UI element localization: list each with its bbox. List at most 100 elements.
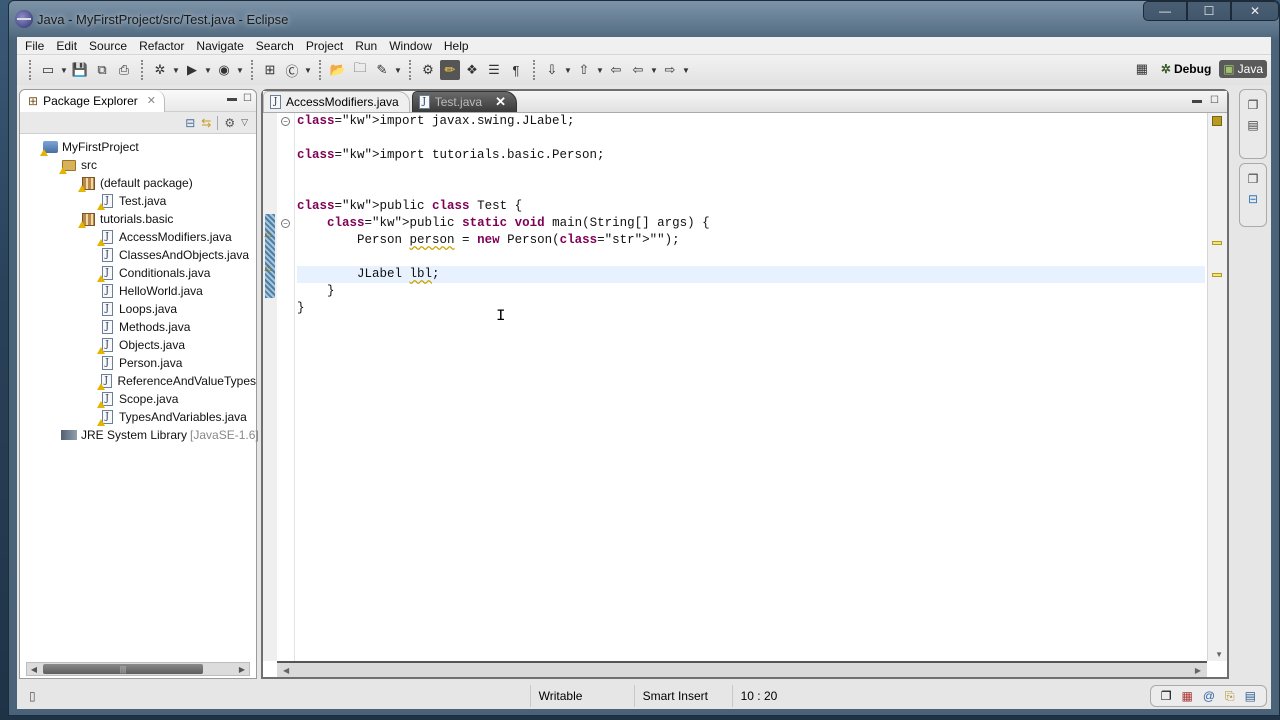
menu-project[interactable]: Project: [300, 39, 349, 53]
warning-annotation-icon[interactable]: ⚠: [264, 229, 276, 241]
code-line[interactable]: class="kw">public class Test {: [297, 198, 1203, 215]
code-line[interactable]: Person person = new Person(class="str">"…: [297, 232, 1203, 249]
debug-perspective-button[interactable]: ✲ Debug: [1157, 60, 1215, 78]
menu-edit[interactable]: Edit: [50, 39, 83, 53]
code-line[interactable]: JLabel lbl;: [297, 266, 1205, 283]
tree-item[interactable]: MyFirstProject: [20, 138, 256, 156]
declaration-icon[interactable]: ⎘: [1225, 689, 1235, 704]
dropdown-arrow-icon[interactable]: ▼: [681, 66, 691, 75]
editor-body[interactable]: ⚠ ⚠ − − class="kw">import javax.swing.JLa…: [263, 113, 1227, 661]
dropdown-arrow-icon[interactable]: ▼: [59, 66, 69, 75]
pilcrow-icon[interactable]: ¶: [506, 60, 526, 80]
tree-item[interactable]: tutorials.basic: [20, 210, 256, 228]
minimize-editor-icon[interactable]: ▬: [1192, 95, 1202, 106]
maximize-button[interactable]: ☐: [1187, 1, 1231, 21]
view-menu-icon[interactable]: ▽: [241, 117, 248, 128]
tree-item[interactable]: JRE System Library [JavaSE-1.6]: [20, 426, 259, 444]
restore-icon[interactable]: ❐: [1161, 689, 1172, 703]
tree-item[interactable]: J Scope.java: [20, 390, 256, 408]
menu-file[interactable]: File: [19, 39, 50, 53]
minimize-view-icon[interactable]: ▬: [227, 93, 237, 104]
search-torch-icon[interactable]: ✎: [372, 60, 392, 80]
menu-source[interactable]: Source: [83, 39, 133, 53]
save-icon[interactable]: 💾: [70, 60, 90, 80]
close-view-icon[interactable]: ✕: [147, 94, 156, 107]
scroll-down-icon[interactable]: ▼: [1215, 650, 1223, 659]
run-icon[interactable]: ▶: [182, 60, 202, 80]
editor-tab[interactable]: J AccessModifiers.java: [263, 91, 410, 112]
save-all-icon[interactable]: ⧉: [92, 60, 112, 80]
tree-item[interactable]: J TypesAndVariables.java: [20, 408, 256, 426]
menu-help[interactable]: Help: [438, 39, 475, 53]
maximize-editor-icon[interactable]: ☐: [1210, 95, 1219, 106]
dropdown-arrow-icon[interactable]: ▼: [595, 66, 605, 75]
new-package-icon[interactable]: ⊞: [260, 60, 280, 80]
code-line[interactable]: }: [297, 300, 1203, 317]
tree-item[interactable]: J AccessModifiers.java: [20, 228, 256, 246]
menu-search[interactable]: Search: [250, 39, 300, 53]
scrollbar-thumb[interactable]: |||: [43, 664, 203, 674]
restore-icon[interactable]: ❐: [1248, 98, 1259, 112]
tree-item[interactable]: J Person.java: [20, 354, 256, 372]
dropdown-arrow-icon[interactable]: ▼: [203, 66, 213, 75]
tree-item[interactable]: src: [20, 156, 256, 174]
code-line[interactable]: class="kw">import javax.swing.JLabel;: [297, 113, 1203, 130]
code-line[interactable]: [297, 130, 1203, 147]
fold-toggle-icon[interactable]: −: [281, 219, 290, 228]
code-line[interactable]: [297, 181, 1203, 198]
show-source-icon[interactable]: ☰: [484, 60, 504, 80]
open-folder-icon[interactable]: 🗀: [350, 60, 370, 80]
last-edit-icon[interactable]: ⇦: [606, 60, 626, 80]
tree-item[interactable]: J Loops.java: [20, 300, 256, 318]
problems-icon[interactable]: ▦: [1182, 689, 1193, 703]
editor-tab[interactable]: J Test.java ✕: [411, 91, 517, 112]
open-perspective-icon[interactable]: ▦: [1132, 59, 1152, 79]
dropdown-arrow-icon[interactable]: ▼: [563, 66, 573, 75]
overview-warning-mark[interactable]: [1212, 241, 1222, 245]
restore-icon[interactable]: ❐: [1248, 172, 1259, 186]
collapse-all-icon[interactable]: ⊟: [185, 116, 195, 130]
code-line[interactable]: [297, 164, 1203, 181]
menu-refactor[interactable]: Refactor: [133, 39, 190, 53]
filters-icon[interactable]: ⚙: [224, 116, 235, 130]
tree-item[interactable]: J Test.java: [20, 192, 256, 210]
javadoc-icon[interactable]: @: [1203, 689, 1215, 703]
task-list-icon[interactable]: ▤: [1247, 118, 1258, 132]
new-class-icon[interactable]: Ⓒ: [282, 60, 302, 80]
dropdown-arrow-icon[interactable]: ▼: [393, 66, 403, 75]
code-line[interactable]: class="kw">import tutorials.basic.Person…: [297, 147, 1203, 164]
tree-item[interactable]: (default package): [20, 174, 256, 192]
menu-navigate[interactable]: Navigate: [190, 39, 249, 53]
scroll-right-icon[interactable]: ▶: [235, 665, 249, 674]
java-perspective-button[interactable]: ▣ Java: [1219, 60, 1267, 78]
code-area[interactable]: class="kw">import javax.swing.JLabel; cl…: [297, 113, 1205, 317]
overview-warning-mark[interactable]: [1212, 273, 1222, 277]
menu-window[interactable]: Window: [383, 39, 438, 53]
tree-item[interactable]: J Conditionals.java: [20, 264, 256, 282]
tree-item[interactable]: J Objects.java: [20, 336, 256, 354]
tree-item[interactable]: J ClassesAndObjects.java: [20, 246, 256, 264]
package-explorer-hscrollbar[interactable]: ◀ ||| ▶: [26, 662, 250, 676]
tree-item[interactable]: J HelloWorld.java: [20, 282, 256, 300]
close-tab-icon[interactable]: ✕: [495, 94, 506, 110]
external-tools-icon[interactable]: ◉: [214, 60, 234, 80]
dropdown-arrow-icon[interactable]: ▼: [171, 66, 181, 75]
debug-bug-icon[interactable]: ✲: [150, 60, 170, 80]
menu-run[interactable]: Run: [349, 39, 383, 53]
package-explorer-tab[interactable]: ⊞ Package Explorer ✕: [20, 89, 165, 112]
previous-annotation-icon[interactable]: ⇧: [574, 60, 594, 80]
next-annotation-icon[interactable]: ⇩: [542, 60, 562, 80]
code-line[interactable]: class="kw">public static void main(Strin…: [297, 215, 1203, 232]
minimize-button[interactable]: —: [1143, 1, 1187, 21]
overview-ruler[interactable]: ▼: [1207, 113, 1227, 661]
maximize-view-icon[interactable]: ☐: [243, 93, 252, 104]
code-line[interactable]: }: [297, 283, 1203, 300]
mark-occurrences-icon[interactable]: ✏: [440, 60, 460, 80]
warning-annotation-icon[interactable]: ⚠: [264, 263, 276, 275]
code-line[interactable]: [297, 249, 1203, 266]
outline-icon[interactable]: ⊟: [1248, 192, 1258, 206]
console-icon[interactable]: ▤: [1245, 689, 1256, 703]
back-arrow-icon[interactable]: ⇦: [628, 60, 648, 80]
close-button[interactable]: ✕: [1231, 1, 1279, 21]
tree-item[interactable]: J Methods.java: [20, 318, 256, 336]
